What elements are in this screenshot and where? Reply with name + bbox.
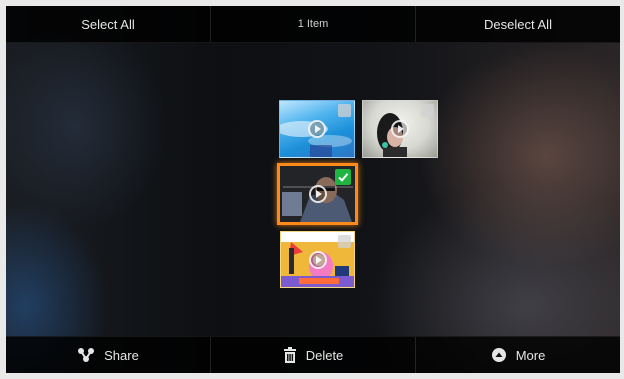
share-label: Share bbox=[104, 347, 139, 363]
delete-button[interactable]: Delete bbox=[211, 337, 416, 373]
video-thumbnail-selected[interactable] bbox=[277, 163, 358, 225]
play-icon bbox=[391, 120, 409, 138]
deselect-all-button[interactable]: Deselect All bbox=[416, 6, 620, 42]
checkbox-icon[interactable] bbox=[338, 104, 351, 117]
play-icon bbox=[308, 250, 327, 269]
play-icon bbox=[308, 120, 326, 138]
trash-icon bbox=[283, 347, 297, 363]
checkbox-icon[interactable] bbox=[421, 104, 434, 117]
gallery-screen: Select All 1 Item Deselect All Share Del… bbox=[6, 6, 620, 373]
video-thumbnail[interactable] bbox=[279, 100, 355, 158]
deselect-all-label: Deselect All bbox=[484, 16, 552, 32]
checkbox-icon[interactable] bbox=[338, 235, 351, 248]
checkmark-icon bbox=[338, 173, 349, 182]
more-label: More bbox=[515, 347, 546, 363]
delete-label: Delete bbox=[305, 347, 344, 363]
play-icon bbox=[308, 185, 327, 203]
select-all-label: Select All bbox=[81, 16, 135, 32]
share-button[interactable]: Share bbox=[6, 337, 211, 373]
video-thumbnail[interactable] bbox=[280, 231, 355, 288]
checkbox-checked-icon[interactable] bbox=[335, 169, 351, 185]
selection-count: 1 Item bbox=[211, 6, 416, 42]
device-frame: Select All 1 Item Deselect All Share Del… bbox=[0, 0, 624, 379]
video-thumbnail[interactable] bbox=[362, 100, 438, 158]
action-bottom-bar: Share Delete More bbox=[6, 336, 620, 373]
more-icon bbox=[491, 347, 507, 363]
selection-top-bar: Select All 1 Item Deselect All bbox=[6, 6, 620, 43]
more-button[interactable]: More bbox=[416, 337, 620, 373]
selection-count-label: 1 Item bbox=[297, 18, 329, 30]
share-icon bbox=[77, 347, 95, 363]
select-all-button[interactable]: Select All bbox=[6, 6, 211, 42]
